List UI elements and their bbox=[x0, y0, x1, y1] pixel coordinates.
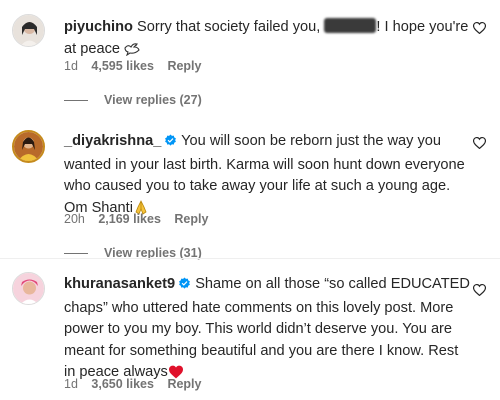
reply-button[interactable]: Reply bbox=[167, 377, 201, 391]
comment-body: _diyakrishna_ You will soon be reborn ju… bbox=[64, 131, 470, 222]
comment-meta: 20h 2,169 likes Reply bbox=[64, 212, 218, 226]
comment-likes[interactable]: 3,650 likes bbox=[91, 377, 154, 391]
heart-outline-icon[interactable] bbox=[472, 136, 487, 154]
avatar[interactable] bbox=[12, 14, 45, 47]
verified-badge-icon bbox=[164, 133, 177, 155]
redacted-name bbox=[324, 18, 377, 33]
comment-meta: 1d 3,650 likes Reply bbox=[64, 377, 211, 391]
comment-username[interactable]: khuranasanket9 bbox=[64, 276, 175, 292]
comment-age: 20h bbox=[64, 212, 85, 226]
heart-outline-icon[interactable] bbox=[472, 21, 487, 39]
comment-age: 1d bbox=[64, 377, 78, 391]
view-replies-line bbox=[64, 100, 88, 102]
heart-outline-icon[interactable] bbox=[472, 283, 487, 301]
comment-username[interactable]: _diyakrishna_ bbox=[64, 133, 161, 149]
verified-badge-icon bbox=[178, 276, 191, 298]
comment-likes[interactable]: 2,169 likes bbox=[98, 212, 161, 226]
reply-button[interactable]: Reply bbox=[167, 59, 201, 73]
reply-button[interactable]: Reply bbox=[174, 212, 208, 226]
view-replies-button[interactable]: View replies (27) bbox=[64, 93, 202, 107]
comment-likes[interactable]: 4,595 likes bbox=[91, 59, 154, 73]
comment-body: piyuchino Sorry that society failed you,… bbox=[64, 17, 470, 63]
avatar[interactable] bbox=[12, 272, 45, 305]
view-replies-line bbox=[64, 253, 88, 255]
comment-username[interactable]: piyuchino bbox=[64, 19, 133, 35]
comment-age: 1d bbox=[64, 59, 78, 73]
comment-meta: 1d 4,595 likes Reply bbox=[64, 59, 211, 73]
comment-text: Sorry that society failed you, bbox=[136, 19, 321, 35]
view-replies-label: View replies (27) bbox=[104, 93, 202, 107]
comment-body: khuranasanket9 Shame on all those “so ca… bbox=[64, 274, 470, 387]
avatar[interactable] bbox=[12, 130, 45, 163]
divider bbox=[0, 258, 500, 259]
